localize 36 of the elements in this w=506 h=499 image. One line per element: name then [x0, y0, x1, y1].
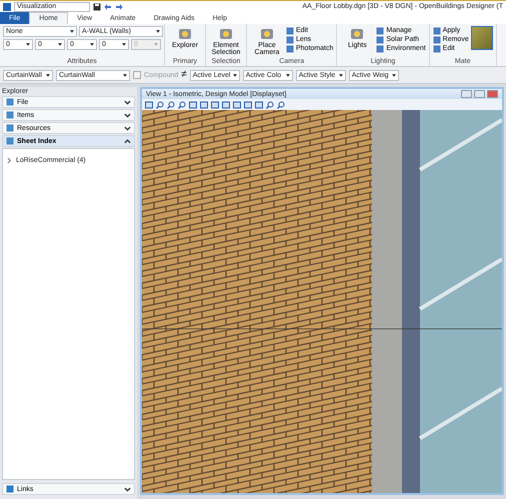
- material-swatch-drawing[interactable]: [470, 26, 493, 50]
- tool-icon: [218, 26, 234, 42]
- tool-icon: [349, 26, 366, 42]
- undo-icon[interactable]: [104, 2, 112, 10]
- expander-icon[interactable]: [7, 157, 12, 164]
- caret-icon: [26, 43, 30, 46]
- square-icon: [6, 137, 14, 145]
- chevron-icon: [124, 486, 131, 492]
- square-icon: [6, 124, 14, 132]
- window-icon[interactable]: [145, 100, 153, 108]
- square-icon: [6, 98, 14, 106]
- caret-icon: [123, 74, 127, 76]
- caret-icon: [122, 43, 126, 46]
- caret-icon: [286, 74, 290, 76]
- caret-icon: [46, 74, 50, 76]
- not-equal-symbol[interactable]: ≠: [181, 70, 187, 80]
- magnifier-icon[interactable]: [156, 100, 164, 108]
- magnifier-icon[interactable]: [266, 100, 274, 108]
- caret-icon: [156, 30, 160, 33]
- redo-icon[interactable]: [115, 2, 123, 10]
- caret-icon: [392, 74, 396, 76]
- square-icon: [6, 111, 14, 119]
- caret-icon: [58, 43, 62, 46]
- tool-icon: [259, 26, 275, 42]
- save-icon[interactable]: [93, 2, 101, 10]
- magnifier-icon[interactable]: [277, 100, 285, 108]
- tool-icon: [177, 26, 193, 42]
- magnifier-icon[interactable]: [167, 100, 175, 108]
- caret-icon: [90, 43, 94, 46]
- app-icon: [3, 2, 11, 10]
- square-icon: [6, 485, 14, 493]
- caret-icon: [338, 74, 343, 76]
- caret-icon: [232, 74, 237, 76]
- caret-icon: [70, 30, 74, 33]
- magnifier-icon[interactable]: [178, 100, 186, 108]
- caret-icon: [154, 43, 158, 46]
